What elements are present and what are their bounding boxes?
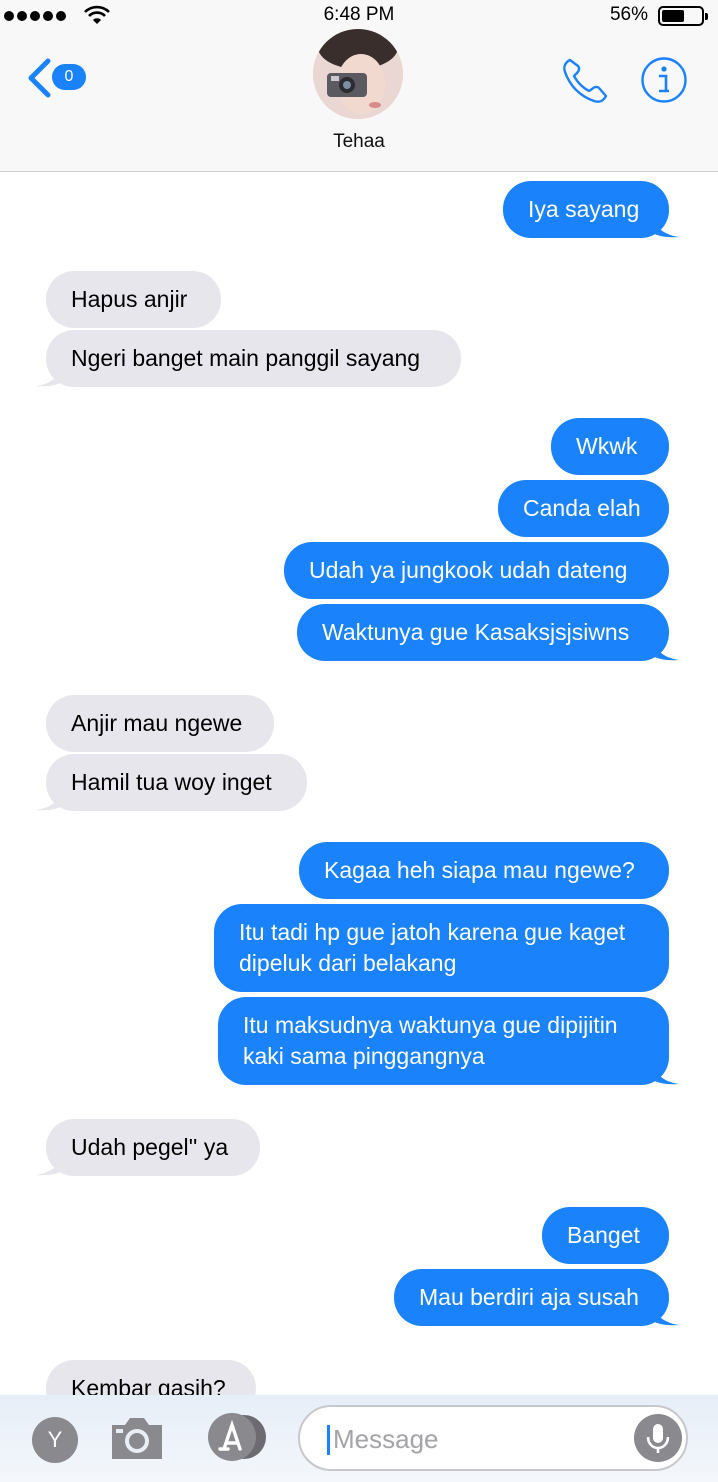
outgoing-message-bubble[interactable]: Itu tadi hp gue jatoh karena gue kaget di… xyxy=(214,904,669,992)
bubble-tail xyxy=(651,1063,679,1085)
microphone-button[interactable] xyxy=(634,1414,682,1462)
camera-icon[interactable] xyxy=(108,1413,166,1463)
outgoing-message-bubble[interactable]: Mau berdiri aja susah xyxy=(394,1269,669,1326)
bubble-tail xyxy=(36,1154,64,1176)
incoming-message-bubble[interactable]: Udah pegel'' ya xyxy=(46,1119,260,1176)
message-text: Banget xyxy=(567,1222,640,1248)
bubble-tail xyxy=(651,639,679,661)
message-text: Itu tadi hp gue jatoh karena gue kaget xyxy=(239,919,626,945)
status-bar: 6:48 PM 56% xyxy=(0,0,718,30)
outgoing-message-bubble[interactable]: Iya sayang xyxy=(503,181,669,238)
back-button[interactable]: 0 xyxy=(26,56,90,100)
outgoing-message-bubble[interactable]: Waktunya gue Kasaksjsjsiwns xyxy=(297,604,669,661)
contact-avatar[interactable] xyxy=(313,29,403,119)
message-text: Waktunya gue Kasaksjsjsiwns xyxy=(322,619,630,645)
outgoing-message-bubble[interactable]: Kagaa heh siapa mau ngewe? xyxy=(299,842,669,899)
message-text: Hamil tua woy inget xyxy=(71,769,272,795)
incoming-message-bubble[interactable]: Ngeri banget main panggil sayang xyxy=(46,330,461,387)
microphone-icon xyxy=(646,1424,670,1453)
app-store-icon[interactable] xyxy=(202,1413,270,1461)
avatar-photo xyxy=(313,29,403,119)
bubble-tail xyxy=(36,365,64,387)
bubble-tail xyxy=(651,1304,679,1326)
message-text: Itu maksudnya waktunya gue dipijitin xyxy=(243,1012,618,1038)
incoming-message-bubble[interactable]: Kembar gasih? xyxy=(46,1360,256,1395)
message-text: kaki sama pinggangnya xyxy=(243,1043,485,1069)
outgoing-message-bubble[interactable]: Canda elah xyxy=(498,480,669,537)
outgoing-message-bubble[interactable]: Udah ya jungkook udah dateng xyxy=(284,542,669,599)
message-text: Iya sayang xyxy=(528,196,640,222)
message-text: Udah pegel'' ya xyxy=(71,1134,229,1160)
y-button[interactable]: Y xyxy=(32,1417,78,1463)
message-text: Mau berdiri aja susah xyxy=(419,1284,639,1310)
message-input[interactable]: Message xyxy=(298,1405,688,1471)
chevron-left-icon xyxy=(28,58,51,98)
outgoing-message-bubble[interactable]: Banget xyxy=(542,1207,669,1264)
info-icon[interactable] xyxy=(640,56,688,104)
outgoing-message-bubble[interactable]: Itu maksudnya waktunya gue dipijitin kaki… xyxy=(218,997,669,1085)
bubble-tail xyxy=(36,789,64,811)
message-text: Kembar gasih? xyxy=(71,1375,226,1395)
message-text: Canda elah xyxy=(523,495,641,521)
message-text: Udah ya jungkook udah dateng xyxy=(309,557,628,583)
message-composer: Y Message xyxy=(0,1395,718,1482)
incoming-message-bubble[interactable]: Hamil tua woy inget xyxy=(46,754,307,811)
message-text: Ngeri banget main panggil sayang xyxy=(71,345,421,371)
message-text: Anjir mau ngewe xyxy=(71,710,243,736)
bubble-tail xyxy=(651,216,679,238)
phone-icon[interactable] xyxy=(560,56,610,106)
battery-icon xyxy=(658,6,708,26)
text-caret xyxy=(327,1425,330,1455)
outgoing-message-bubble[interactable]: Wkwk xyxy=(551,418,669,475)
message-list[interactable]: Iya sayang Hapus anjir Ngeri banget main p… xyxy=(0,173,718,1395)
conversation-header: 6:48 PM 56% 0 Tehaa xyxy=(0,0,718,172)
contact-name[interactable]: Tehaa xyxy=(0,131,718,153)
message-placeholder: Message xyxy=(333,1424,439,1454)
battery-percent: 56% xyxy=(609,4,648,25)
incoming-message-bubble[interactable]: Hapus anjir xyxy=(46,271,221,328)
message-text: Hapus anjir xyxy=(71,286,188,312)
message-text: Wkwk xyxy=(576,433,638,459)
message-text: dipeluk dari belakang xyxy=(239,950,457,976)
message-text: Kagaa heh siapa mau ngewe? xyxy=(324,857,635,883)
incoming-message-bubble[interactable]: Anjir mau ngewe xyxy=(46,695,274,752)
unread-count-badge: 0 xyxy=(52,64,86,90)
